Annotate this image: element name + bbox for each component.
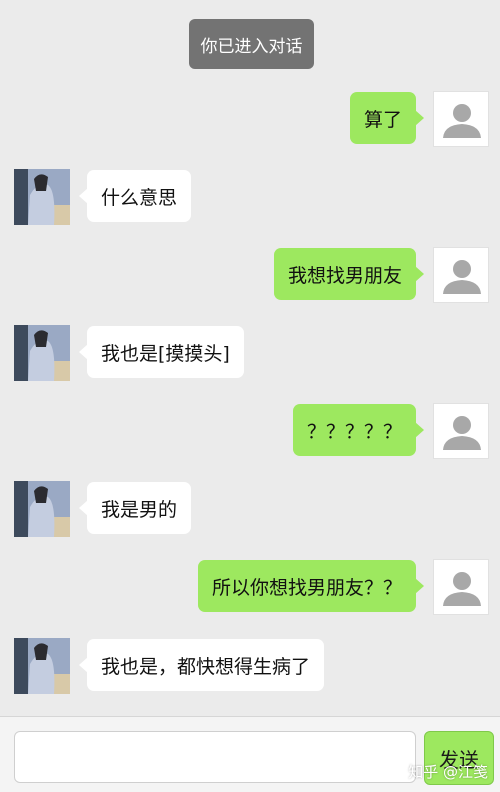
contact-avatar[interactable]	[14, 325, 70, 381]
message-bubble-received[interactable]: 我也是，都快想得生病了	[78, 639, 325, 691]
contact-avatar[interactable]	[14, 169, 70, 225]
contact-avatar[interactable]	[14, 638, 70, 694]
message-bubble-received[interactable]: 我也是[摸摸头]	[79, 326, 244, 378]
chat-area: 你已进入对话 算了 什么意思 我想找男朋友 我也是[摸摸头] ？？？？？ 我是男…	[0, 0, 500, 716]
my-avatar[interactable]	[433, 559, 489, 615]
message-bubble-sent[interactable]: 算了	[349, 92, 425, 144]
message-input[interactable]	[14, 731, 416, 783]
default-user-icon	[443, 416, 481, 450]
my-avatar[interactable]	[433, 91, 489, 147]
contact-avatar[interactable]	[14, 481, 70, 537]
watermark: 知乎 @江笺	[408, 763, 488, 781]
input-bar: 发送 知乎 @江笺	[0, 716, 500, 792]
default-user-icon	[443, 260, 481, 294]
my-avatar[interactable]	[433, 403, 489, 459]
contact-photo-icon	[14, 638, 70, 694]
message-bubble-received[interactable]: 我是男的	[78, 482, 192, 534]
contact-photo-icon	[14, 481, 70, 537]
my-avatar[interactable]	[433, 247, 489, 303]
message-bubble-sent[interactable]: 我想找男朋友	[273, 248, 425, 300]
default-user-icon	[443, 572, 481, 606]
contact-photo-icon	[14, 169, 70, 225]
message-bubble-received[interactable]: 什么意思	[78, 170, 192, 222]
default-user-icon	[443, 104, 481, 138]
system-notice: 你已进入对话	[189, 19, 314, 69]
contact-photo-icon	[14, 325, 70, 381]
message-bubble-sent[interactable]: 所以你想找男朋友？？	[197, 560, 425, 612]
message-bubble-sent[interactable]: ？？？？？	[292, 404, 425, 456]
